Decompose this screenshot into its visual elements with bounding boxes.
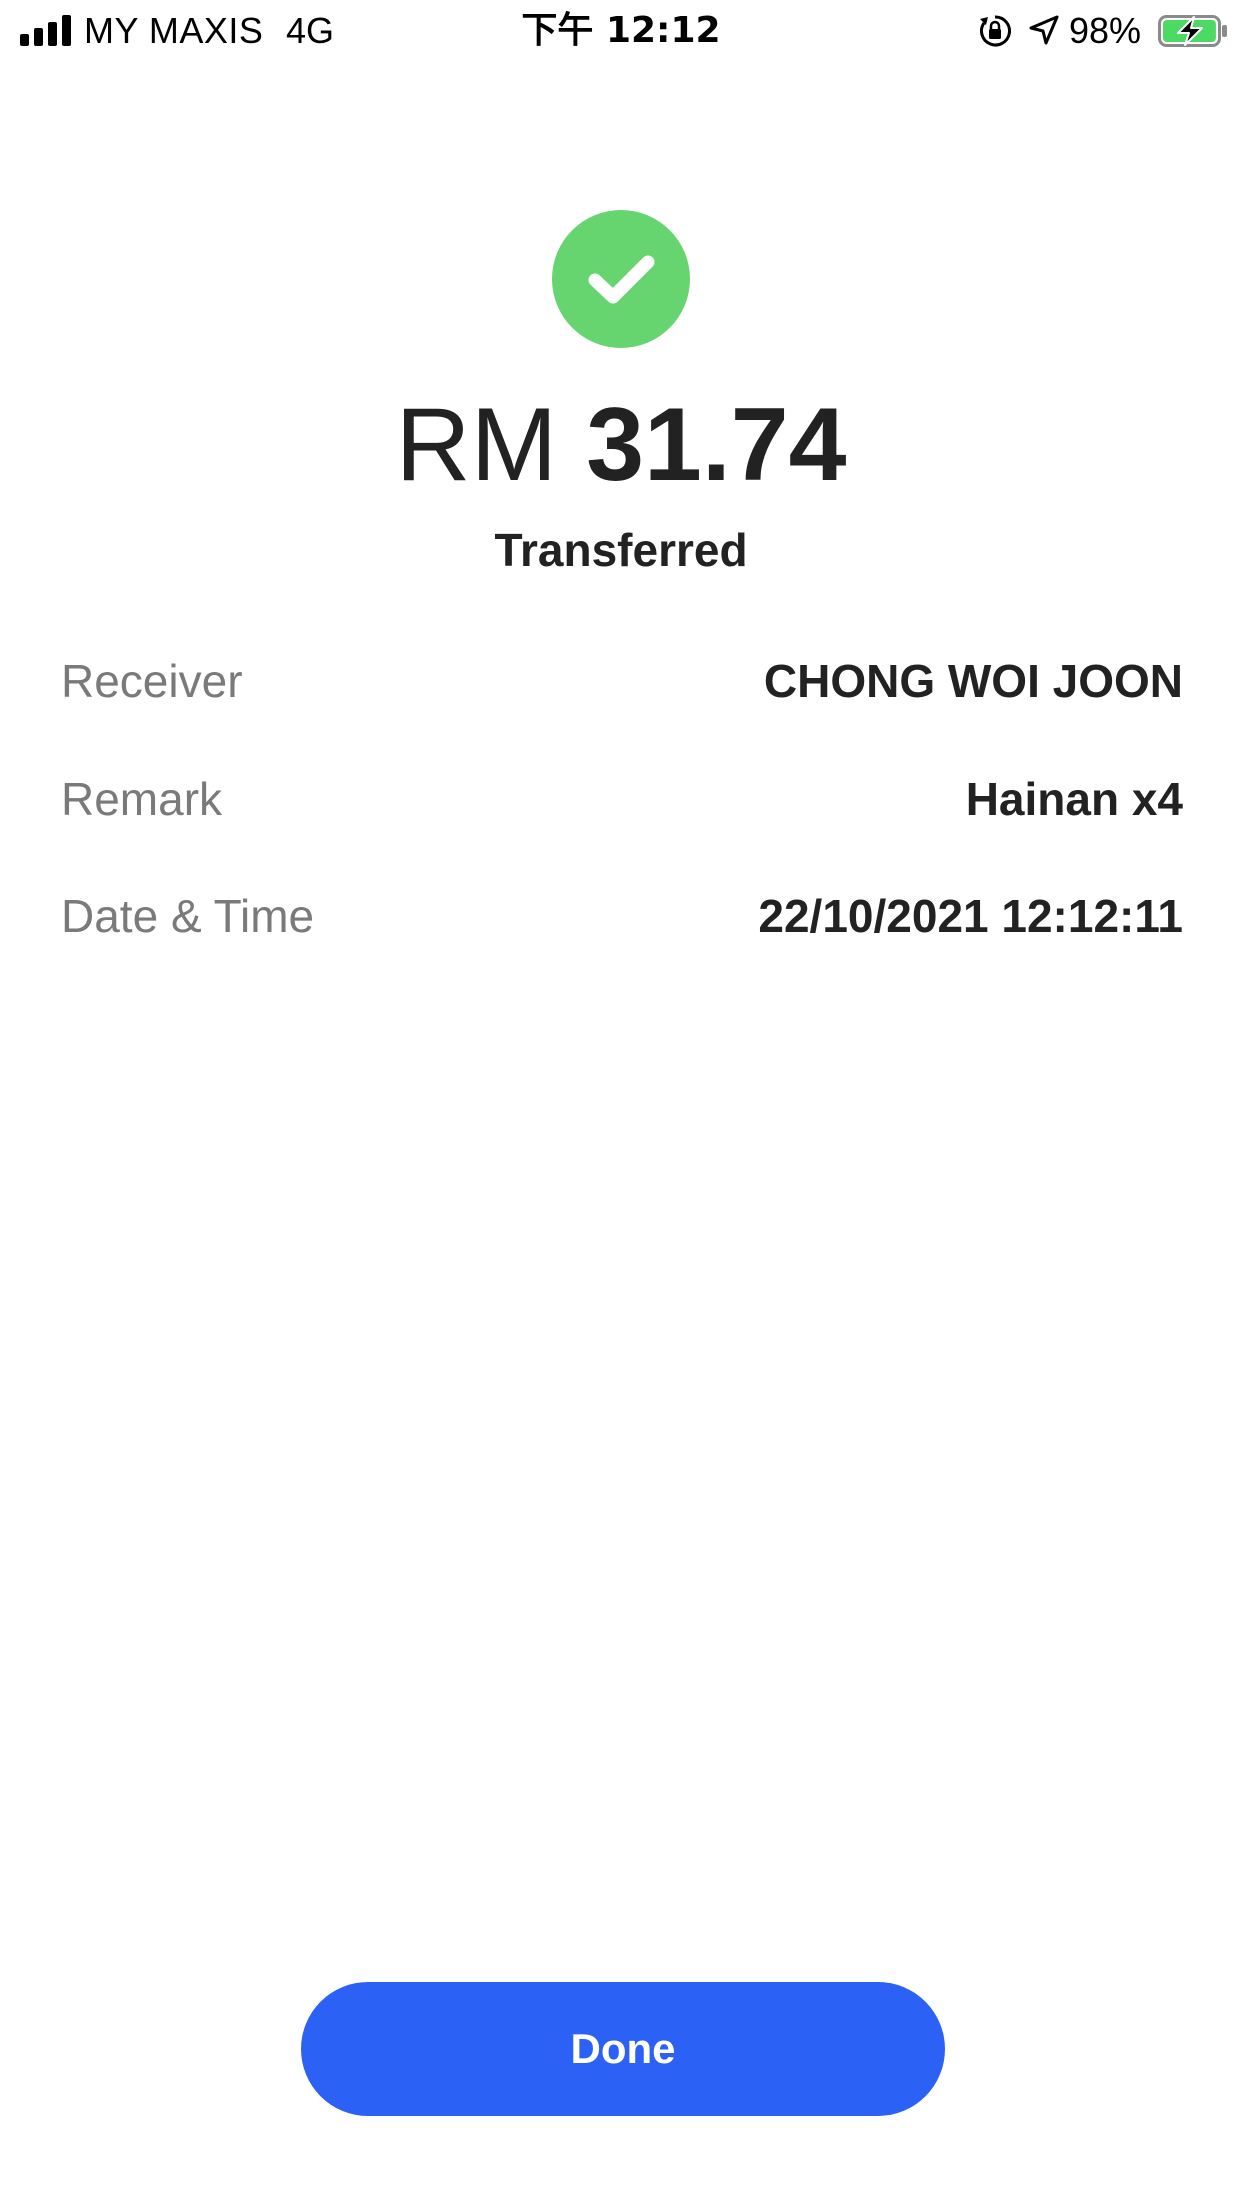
detail-value: Hainan x4	[965, 773, 1183, 825]
transfer-status: Transferred	[494, 524, 748, 576]
transfer-amount: RM 31.74	[0, 385, 1242, 505]
currency-label: RM	[395, 387, 558, 503]
detail-value: CHONG WOI JOON	[763, 655, 1183, 707]
amount-value: 31.74	[586, 387, 847, 503]
battery-percentage: 98%	[1069, 10, 1142, 51]
rotation-lock-icon	[980, 15, 1011, 47]
done-button[interactable]: Done	[301, 1982, 945, 2116]
detail-row-remark: Remark Hainan x4	[61, 769, 1183, 829]
detail-label: Remark	[61, 773, 223, 825]
checkmark-icon	[588, 255, 655, 304]
location-arrow-icon	[1029, 15, 1059, 45]
detail-row-date-time: Date & Time 22/10/2021 12:12:11	[61, 886, 1183, 946]
detail-row-receiver: Receiver CHONG WOI JOON	[61, 651, 1183, 711]
battery-charging-icon	[1158, 15, 1227, 47]
detail-label: Date & Time	[61, 890, 315, 942]
detail-label: Receiver	[61, 655, 243, 707]
success-badge	[552, 210, 690, 348]
status-bar: MY MAXIS 4G 下午 12:12 98%	[0, 0, 1242, 62]
detail-value: 22/10/2021 12:12:11	[758, 890, 1183, 942]
